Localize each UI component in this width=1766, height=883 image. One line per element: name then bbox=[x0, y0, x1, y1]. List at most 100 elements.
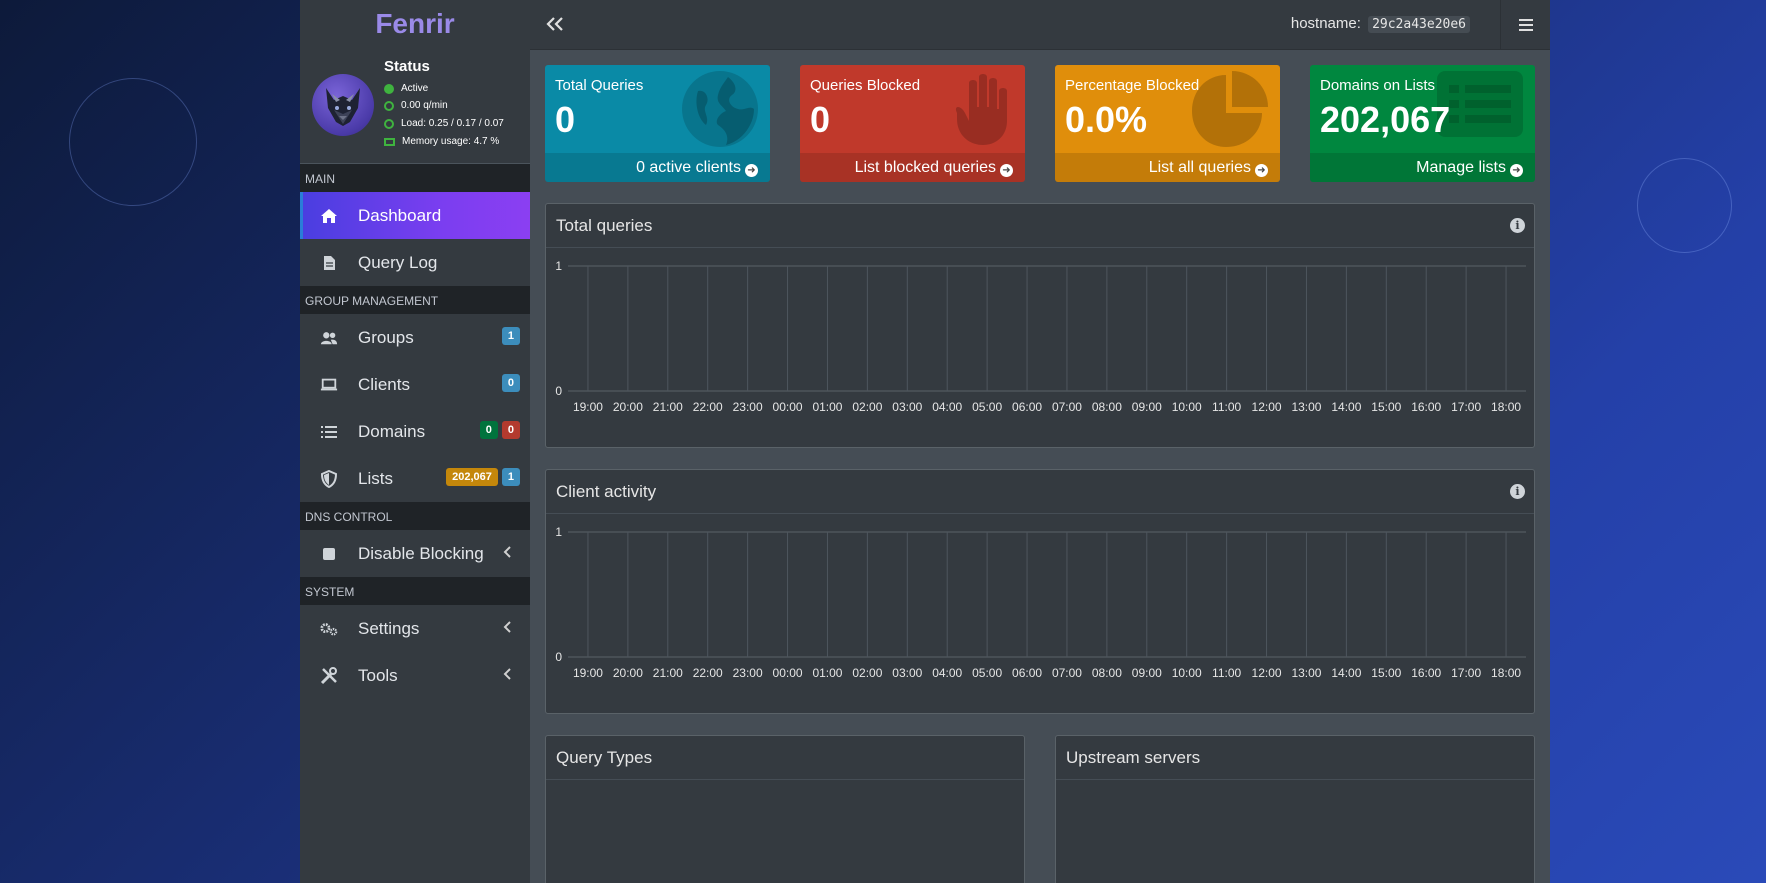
collapse-sidebar-button[interactable] bbox=[546, 12, 564, 38]
x-tick-label: 13:00 bbox=[1291, 666, 1321, 680]
sidebar-item-dashboard[interactable]: Dashboard bbox=[300, 192, 530, 239]
sidebar-item-clients[interactable]: Clients 0 bbox=[300, 361, 530, 408]
status-dot-icon bbox=[384, 83, 394, 94]
x-tick-label: 16:00 bbox=[1411, 400, 1441, 414]
hostname-value: 29c2a43e20e6 bbox=[1368, 16, 1470, 33]
x-tick-label: 21:00 bbox=[653, 666, 683, 680]
brand-logo[interactable]: Fenrir bbox=[300, 0, 530, 48]
list-all-queries-link[interactable]: List all queries ➜ bbox=[1055, 153, 1280, 182]
tools-icon bbox=[320, 666, 338, 685]
list-blocked-queries-link[interactable]: List blocked queries ➜ bbox=[800, 153, 1025, 182]
chevron-left-icon bbox=[502, 667, 512, 686]
sidebar-item-domains[interactable]: Domains 0 0 bbox=[300, 408, 530, 455]
globe-icon bbox=[682, 71, 758, 147]
groups-count-badge: 1 bbox=[501, 327, 520, 345]
status-title: Status bbox=[384, 58, 430, 75]
status-active: Active bbox=[384, 83, 428, 94]
sidebar-item-label: Dashboard bbox=[358, 205, 442, 225]
x-tick-label: 03:00 bbox=[892, 400, 922, 414]
info-icon[interactable]: i bbox=[1510, 218, 1525, 233]
sidebar-item-label: Settings bbox=[358, 618, 420, 638]
sidebar-item-settings[interactable]: Settings bbox=[300, 605, 530, 652]
sidebar-item-disable-blocking[interactable]: Disable Blocking bbox=[300, 530, 530, 577]
sidebar-item-label: Lists bbox=[358, 468, 393, 488]
x-tick-label: 09:00 bbox=[1132, 400, 1162, 414]
nav-header-system: SYSTEM bbox=[300, 577, 530, 605]
x-tick-label: 02:00 bbox=[852, 400, 882, 414]
total-queries-card: Total queries i 0 1 19:00 20:00 21:00 22:00 23… bbox=[545, 203, 1535, 448]
x-tick-label: 18:00 bbox=[1491, 400, 1521, 414]
home-icon bbox=[320, 207, 338, 225]
stat-value: 0 bbox=[555, 99, 576, 140]
sidebar-item-tools[interactable]: Tools bbox=[300, 652, 530, 699]
x-tick-label: 03:00 bbox=[892, 666, 922, 680]
card-divider bbox=[1056, 779, 1534, 780]
y-tick-label: 1 bbox=[555, 525, 562, 539]
sidebar-item-lists[interactable]: Lists 202,067 1 bbox=[300, 455, 530, 502]
total-queries-chart: 0 1 19:00 20:00 21:00 22:00 23:00 00:00 01:00 02:… bbox=[555, 259, 1526, 414]
stat-value: 202,067 bbox=[1320, 99, 1451, 140]
x-tick-label: 20:00 bbox=[613, 666, 643, 680]
gears-icon bbox=[320, 620, 338, 638]
clients-count-badge: 0 bbox=[501, 374, 520, 392]
sidebar-item-groups[interactable]: Groups 1 bbox=[300, 314, 530, 361]
stat-label: Percentage Blocked bbox=[1065, 77, 1200, 94]
stat-footer-text: List blocked queries bbox=[854, 159, 996, 176]
stop-icon bbox=[320, 545, 338, 563]
double-chevron-left-icon bbox=[546, 17, 563, 31]
stat-footer-text: Manage lists bbox=[1416, 159, 1506, 176]
chevron-left-icon bbox=[502, 620, 512, 639]
lists-count-badge: 1 bbox=[501, 468, 520, 486]
gauge-icon bbox=[384, 100, 394, 111]
stat-footer-text: List all queries bbox=[1148, 159, 1251, 176]
x-tick-label: 09:00 bbox=[1132, 666, 1162, 680]
sidebar-item-label: Disable Blocking bbox=[358, 543, 484, 563]
x-tick-label: 08:00 bbox=[1092, 400, 1122, 414]
x-tick-label: 15:00 bbox=[1371, 400, 1401, 414]
stat-box-percentage-blocked: Percentage Blocked 0.0% List all queries… bbox=[1055, 65, 1280, 182]
x-tick-label: 02:00 bbox=[852, 666, 882, 680]
x-tick-label: 05:00 bbox=[972, 400, 1002, 414]
x-tick-label: 17:00 bbox=[1451, 666, 1481, 680]
stat-box-queries-blocked: Queries Blocked 0 List blocked queries ➜ bbox=[800, 65, 1025, 182]
sidebar-item-label: Tools bbox=[358, 665, 398, 685]
stat-footer-text: 0 active clients bbox=[636, 159, 741, 176]
x-tick-label: 23:00 bbox=[733, 400, 763, 414]
x-tick-label: 06:00 bbox=[1012, 666, 1042, 680]
arrow-circle-right-icon: ➜ bbox=[1255, 164, 1268, 177]
wolf-avatar bbox=[312, 74, 374, 136]
x-tick-label: 14:00 bbox=[1331, 666, 1361, 680]
stat-box-domains-on-lists: Domains on Lists 202,067 Manage lists ➜ bbox=[1310, 65, 1535, 182]
x-tick-label: 10:00 bbox=[1172, 400, 1202, 414]
x-tick-label: 04:00 bbox=[932, 666, 962, 680]
hamburger-icon bbox=[1518, 19, 1533, 31]
card-title: Upstream servers bbox=[1066, 748, 1201, 767]
x-tick-label: 07:00 bbox=[1052, 400, 1082, 414]
sidebar: Fenrir Status Active 0.00 q/min Load: 0.… bbox=[300, 0, 530, 883]
status-load-text: Load: 0.25 / 0.17 / 0.07 bbox=[401, 118, 504, 129]
y-tick-label: 0 bbox=[555, 650, 562, 664]
sidebar-item-label: Groups bbox=[358, 327, 414, 347]
info-icon[interactable]: i bbox=[1510, 484, 1525, 499]
sidebar-item-label: Query Log bbox=[358, 252, 438, 272]
y-tick-label: 1 bbox=[555, 259, 562, 273]
sidebar-item-query-log[interactable]: Query Log bbox=[300, 239, 530, 286]
x-tick-label: 19:00 bbox=[573, 400, 603, 414]
menu-button[interactable] bbox=[1500, 0, 1550, 50]
x-tick-label: 05:00 bbox=[972, 666, 1002, 680]
nav-header-dns-control: DNS CONTROL bbox=[300, 502, 530, 530]
x-tick-label: 21:00 bbox=[653, 400, 683, 414]
client-activity-card: Client activity i 0 1 19:00 20:00 21:00 22:00… bbox=[545, 469, 1535, 714]
x-tick-label: 22:00 bbox=[693, 400, 723, 414]
x-tick-label: 01:00 bbox=[812, 666, 842, 680]
sidebar-item-label: Domains bbox=[358, 421, 426, 441]
arrow-circle-right-icon: ➜ bbox=[1510, 164, 1523, 177]
domains-allow-badge: 0 bbox=[479, 421, 498, 439]
manage-lists-link[interactable]: Manage lists ➜ bbox=[1310, 153, 1535, 182]
active-clients-link[interactable]: 0 active clients ➜ bbox=[545, 153, 770, 182]
status-panel: Status Active 0.00 q/min Load: 0.25 / 0.… bbox=[300, 48, 530, 164]
x-tick-label: 08:00 bbox=[1092, 666, 1122, 680]
x-tick-label: 22:00 bbox=[693, 666, 723, 680]
x-tick-label: 19:00 bbox=[573, 666, 603, 680]
stat-box-total-queries: Total Queries 0 0 active clients ➜ bbox=[545, 65, 770, 182]
